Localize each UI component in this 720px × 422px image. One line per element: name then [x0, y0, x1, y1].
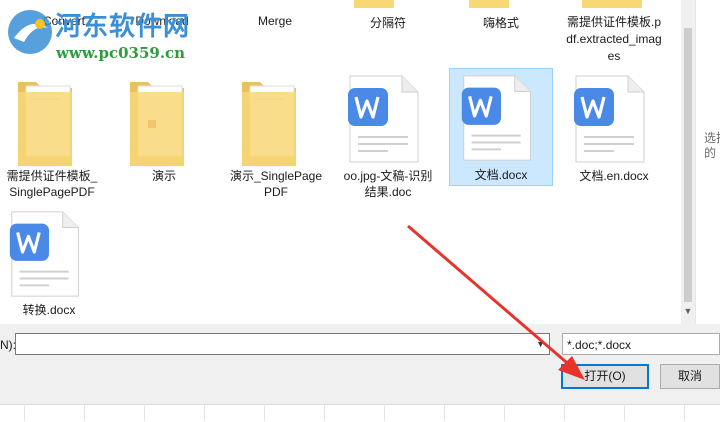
folder-label: Merge: [257, 14, 292, 28]
open-button-label: 打开(O): [584, 369, 626, 383]
open-button[interactable]: 打开(O): [561, 364, 649, 389]
file-label: 文档.docx: [474, 168, 528, 182]
vertical-scrollbar[interactable]: ▼: [681, 0, 695, 324]
scrollbar-thumb[interactable]: [684, 28, 692, 302]
file-item[interactable]: 转换.docx: [0, 206, 101, 318]
grid-divider: [444, 404, 445, 421]
file-item[interactable]: oo.jpg-文稿-识别结果.doc: [336, 70, 440, 200]
file-label: oo.jpg-文稿-识别结果.doc: [343, 169, 433, 199]
folder-item-haigeshi[interactable]: 嗨格式: [449, 0, 553, 31]
folder-label: 需提供证件模板.pdf.extracted_images: [566, 15, 662, 63]
file-type-filter[interactable]: *.doc;*.docx: [562, 333, 720, 355]
background-spreadsheet-strip: [0, 404, 720, 422]
folder-icon: [112, 70, 216, 168]
folder-item-separator[interactable]: 分隔符: [336, 0, 440, 31]
folder-item-convert[interactable]: Convert: [12, 14, 116, 28]
folder-item[interactable]: 演示: [112, 70, 216, 184]
grid-divider: [624, 404, 625, 421]
folder-thumbnail-icon: [469, 0, 509, 8]
grid-divider: [324, 404, 325, 421]
file-label: 文档.en.docx: [579, 169, 649, 183]
grid-divider: [84, 404, 85, 421]
folder-label: 嗨格式: [482, 16, 519, 30]
folder-label: Download: [135, 14, 189, 28]
grid-divider: [504, 404, 505, 421]
file-name-label: N):: [0, 338, 16, 352]
file-label: 演示_SinglePagePDF: [229, 169, 323, 199]
file-type-value: *.doc;*.docx: [567, 338, 632, 352]
folder-label: Convert: [42, 14, 86, 28]
folder-item-merge[interactable]: Merge: [223, 14, 327, 28]
grid-divider: [384, 404, 385, 421]
folder-label: 分隔符: [369, 16, 406, 30]
grid-divider: [264, 404, 265, 421]
cancel-button[interactable]: 取消: [660, 364, 720, 389]
wps-doc-icon: [0, 206, 101, 302]
file-item[interactable]: 文档.en.docx: [562, 70, 666, 184]
folder-item[interactable]: 演示_SinglePagePDF: [224, 70, 328, 200]
preview-hint-text: 选择 的: [704, 131, 720, 160]
folder-thumbnail-icon: [354, 0, 394, 8]
grid-divider: [144, 404, 145, 421]
file-label: 演示: [151, 169, 176, 183]
grid-divider: [204, 404, 205, 421]
folder-item[interactable]: 需提供证件模板_SinglePagePDF: [0, 70, 104, 200]
file-item-selected[interactable]: 文档.docx: [449, 68, 553, 186]
wps-doc-icon: [336, 70, 440, 168]
wps-doc-icon: [562, 70, 666, 168]
folder-icon: [224, 70, 328, 168]
folder-item-download[interactable]: Download: [110, 14, 214, 28]
grid-divider: [564, 404, 565, 421]
folder-thumbnail-icon: [582, 0, 642, 8]
folder-icon: [0, 70, 104, 168]
file-label: 需提供证件模板_SinglePagePDF: [6, 169, 98, 199]
chevron-down-icon[interactable]: ▼: [536, 339, 545, 349]
grid-divider: [684, 404, 685, 421]
preview-pane: 选择 的: [695, 0, 720, 324]
file-list-area[interactable]: Convert Download Merge 分隔符 嗨格式 需提供证件模板.p…: [0, 0, 681, 324]
folder-item-extracted-images[interactable]: 需提供证件模板.pdf.extracted_images: [562, 0, 666, 65]
scroll-down-arrow-icon[interactable]: ▼: [683, 306, 693, 316]
file-label: 转换.docx: [22, 303, 76, 317]
file-name-input[interactable]: ▼: [15, 333, 550, 355]
wps-doc-icon: [450, 69, 552, 167]
cancel-button-label: 取消: [677, 369, 702, 383]
grid-divider: [24, 404, 25, 421]
